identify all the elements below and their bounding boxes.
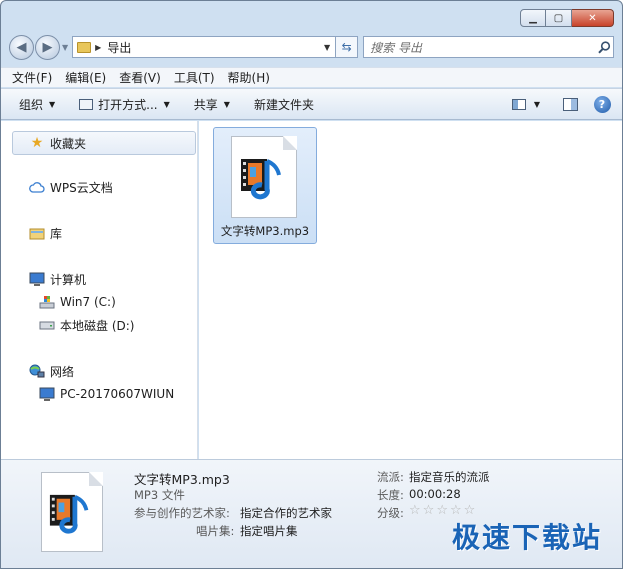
mp3-file-icon bbox=[231, 136, 297, 218]
nav-drive-c[interactable]: Win7 (C:) bbox=[39, 292, 116, 312]
cloud-icon bbox=[29, 179, 45, 195]
nav-drive-d[interactable]: 本地磁盘 (D:) bbox=[39, 315, 134, 335]
share-label: 共享 bbox=[193, 97, 218, 112]
nav-pc-label: PC-20170607WIUN bbox=[60, 387, 175, 401]
details-filename: 文字转MP3.mp3 bbox=[134, 472, 230, 487]
nav-computer-label: 计算机 bbox=[50, 272, 87, 287]
chevron-down-icon: ▼ bbox=[163, 99, 170, 109]
mp3-file-icon bbox=[41, 472, 103, 552]
menu-bar: 文件(F) 编辑(E) 查看(V) 工具(T) 帮助(H) bbox=[1, 67, 622, 87]
breadcrumb-current[interactable]: 导出 bbox=[107, 39, 324, 56]
drive-icon bbox=[39, 317, 55, 333]
back-icon: ◀ bbox=[16, 39, 27, 55]
address-bar[interactable]: ▶ 导出 ▼ bbox=[72, 36, 337, 58]
close-button[interactable]: ✕ bbox=[572, 9, 614, 27]
library-icon bbox=[29, 225, 45, 241]
search-input[interactable]: 搜索 导出 bbox=[370, 39, 595, 56]
network-icon bbox=[29, 363, 45, 379]
nav-wps-label: WPS云文档 bbox=[50, 180, 113, 195]
search-box[interactable]: 搜索 导出 bbox=[363, 36, 614, 58]
address-dropdown-icon[interactable]: ▼ bbox=[324, 43, 330, 52]
explorer-window: ▁ ▢ ✕ ◀ ▶ ▼ ▶ 导出 ▼ ⇆ 搜索 导出 文件(F) 编辑(E) 查… bbox=[0, 0, 623, 569]
details-pane: 文字转MP3.mp3 MP3 文件 参与创作的艺术家: 指定合作的艺术家 唱片集… bbox=[1, 459, 622, 568]
folder-icon bbox=[77, 41, 92, 53]
nav-favorites[interactable]: ★ 收藏夹 bbox=[12, 131, 196, 155]
menu-file[interactable]: 文件(F) bbox=[12, 69, 52, 86]
open-with-button[interactable]: 打开方式... ▼ bbox=[79, 96, 170, 113]
toolbar-right-group: ▼ ? bbox=[500, 94, 612, 114]
open-with-icon bbox=[79, 98, 94, 110]
forward-icon: ▶ bbox=[42, 39, 53, 55]
genre-value[interactable]: 指定音乐的流派 bbox=[409, 469, 490, 485]
menu-edit[interactable]: 编辑(E) bbox=[65, 69, 106, 86]
star-icon[interactable]: ☆ bbox=[436, 503, 448, 518]
open-with-label: 打开方式... bbox=[98, 97, 158, 112]
back-button[interactable]: ◀ bbox=[9, 34, 34, 60]
nav-drive-d-label: 本地磁盘 (D:) bbox=[60, 318, 135, 333]
artist-value[interactable]: 指定合作的艺术家 bbox=[240, 505, 332, 521]
nav-pc[interactable]: PC-20170607WIUN bbox=[39, 384, 174, 404]
help-icon: ? bbox=[593, 95, 611, 113]
album-label: 唱片集: bbox=[196, 524, 235, 538]
computer-icon bbox=[39, 386, 55, 402]
address-row: ◀ ▶ ▼ ▶ 导出 ▼ ⇆ 搜索 导出 bbox=[9, 33, 614, 61]
organize-button[interactable]: 组织 ▼ bbox=[19, 96, 55, 113]
length-value: 00:00:28 bbox=[409, 487, 461, 501]
menu-view[interactable]: 查看(V) bbox=[119, 69, 161, 86]
nav-library-label: 库 bbox=[50, 226, 63, 241]
watermark-logo: 极速下载站 bbox=[451, 521, 602, 554]
recent-pages-dropdown[interactable]: ▼ bbox=[62, 43, 68, 52]
organize-label: 组织 bbox=[19, 97, 44, 112]
preview-pane-icon bbox=[562, 97, 578, 111]
nav-library[interactable]: 库 bbox=[29, 223, 62, 243]
view-icon bbox=[511, 98, 526, 110]
file-item[interactable]: 文字转MP3.mp3 bbox=[213, 127, 317, 244]
details-filetype: MP3 文件 bbox=[134, 488, 185, 502]
preview-pane-button[interactable] bbox=[560, 94, 580, 114]
album-value[interactable]: 指定唱片集 bbox=[240, 523, 298, 539]
view-options-button[interactable]: ▼ bbox=[511, 94, 540, 114]
computer-icon bbox=[29, 271, 45, 287]
minimize-button[interactable]: ▁ bbox=[520, 9, 546, 27]
caption-buttons: ▁ ▢ ✕ bbox=[520, 9, 614, 27]
search-icon[interactable] bbox=[595, 38, 613, 56]
share-button[interactable]: 共享 ▼ bbox=[194, 96, 230, 113]
help-button[interactable]: ? bbox=[592, 94, 612, 114]
chevron-down-icon: ▼ bbox=[49, 99, 56, 109]
file-list-area[interactable]: 文字转MP3.mp3 bbox=[199, 121, 622, 459]
nav-network[interactable]: 网络 bbox=[29, 361, 74, 381]
command-bar: 组织 ▼ 打开方式... ▼ 共享 ▼ 新建文件夹 ▼ ? bbox=[1, 88, 622, 120]
length-label: 长度: bbox=[377, 488, 404, 502]
breadcrumb-arrow-icon[interactable]: ▶ bbox=[95, 43, 101, 52]
new-folder-button[interactable]: 新建文件夹 bbox=[254, 96, 314, 113]
artist-label: 参与创作的艺术家: bbox=[134, 506, 230, 520]
windows-drive-icon bbox=[39, 294, 55, 310]
star-icon[interactable]: ☆ bbox=[409, 503, 421, 518]
star-icon: ★ bbox=[30, 135, 44, 151]
forward-button[interactable]: ▶ bbox=[35, 34, 60, 60]
nav-drive-c-label: Win7 (C:) bbox=[60, 295, 116, 309]
genre-label: 流派: bbox=[377, 470, 404, 484]
nav-network-label: 网络 bbox=[50, 364, 75, 379]
rating-label: 分级: bbox=[377, 506, 404, 520]
file-name-label: 文字转MP3.mp3 bbox=[220, 224, 310, 238]
menu-tools[interactable]: 工具(T) bbox=[174, 69, 215, 86]
nav-wps[interactable]: WPS云文档 bbox=[29, 177, 113, 197]
nav-favorites-label: 收藏夹 bbox=[50, 136, 87, 151]
new-folder-label: 新建文件夹 bbox=[253, 97, 314, 112]
chevron-down-icon: ▼ bbox=[533, 99, 540, 109]
maximize-button[interactable]: ▢ bbox=[546, 9, 572, 27]
nav-computer[interactable]: 计算机 bbox=[29, 269, 86, 289]
refresh-button[interactable]: ⇆ bbox=[336, 36, 359, 58]
refresh-icon: ⇆ bbox=[341, 40, 352, 54]
navigation-pane: ★ 收藏夹 WPS云文档 库 计算机 Win7 (C:) 本地磁盘 (D:) 网… bbox=[1, 121, 198, 459]
menu-help[interactable]: 帮助(H) bbox=[228, 69, 270, 86]
star-icon[interactable]: ☆ bbox=[423, 503, 435, 518]
chevron-down-icon: ▼ bbox=[223, 99, 230, 109]
